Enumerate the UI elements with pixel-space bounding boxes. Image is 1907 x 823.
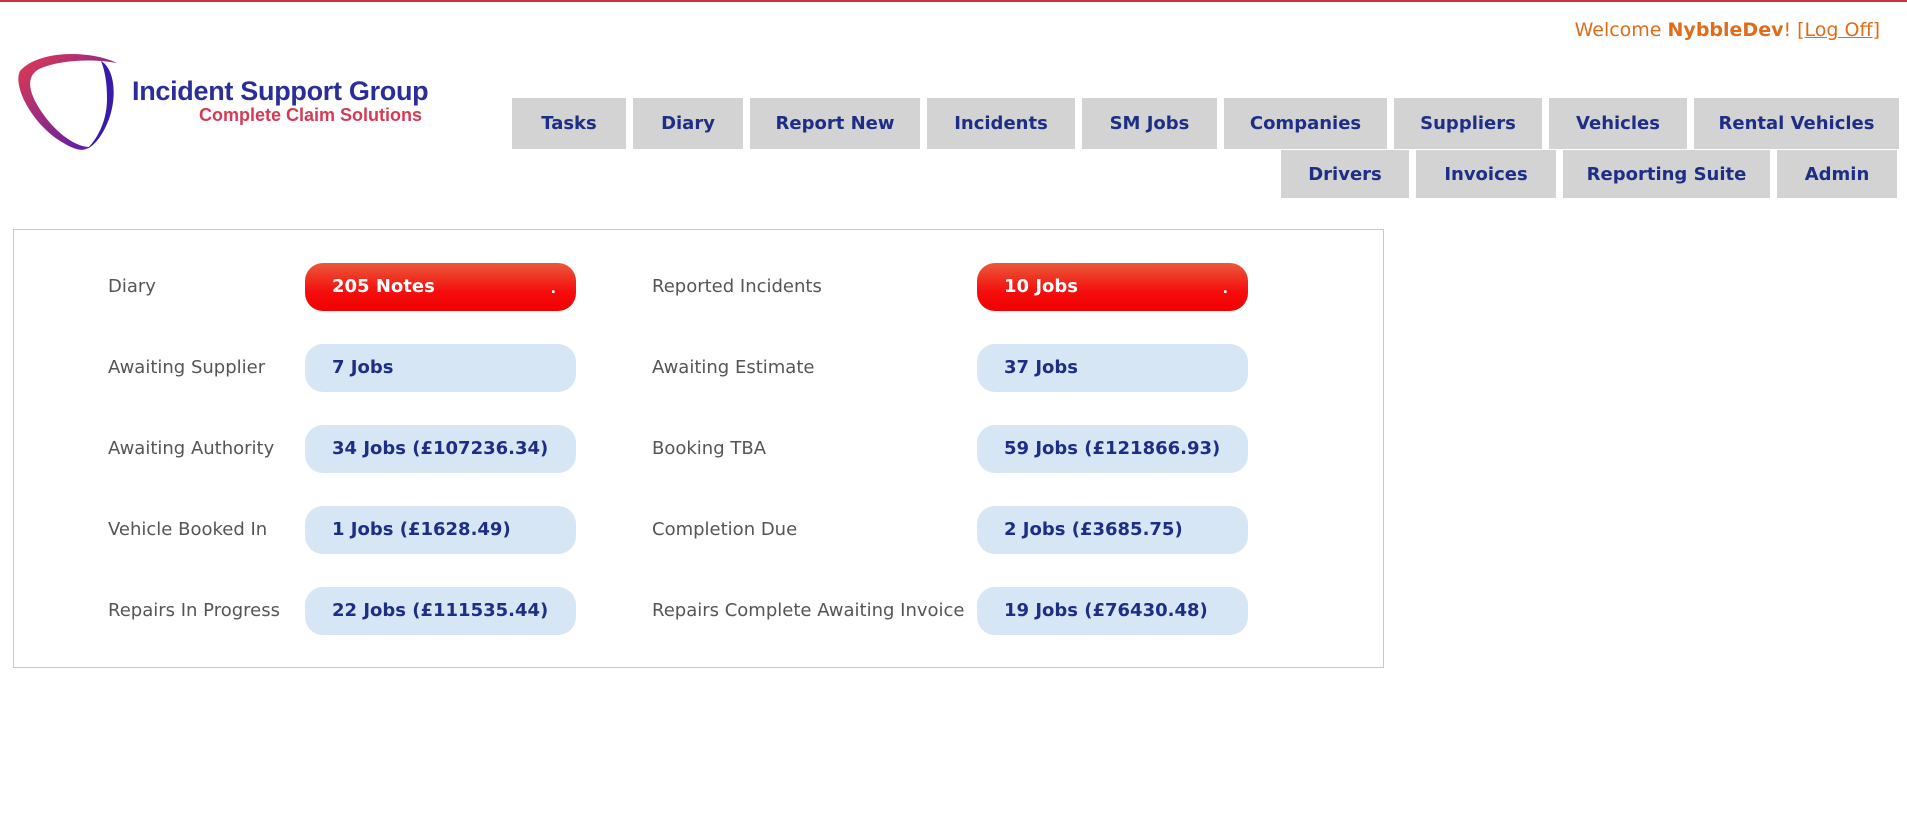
nav-invoices[interactable]: Invoices xyxy=(1416,150,1556,198)
logo-subtitle: Complete Claim Solutions xyxy=(199,105,423,125)
dashboard-row: Diary 205 Notes Reported Incidents 10 Jo… xyxy=(14,263,1383,313)
awaiting-supplier-button[interactable]: 7 Jobs xyxy=(305,344,576,392)
nav-drivers[interactable]: Drivers xyxy=(1281,150,1409,198)
awaiting-authority-label: Awaiting Authority xyxy=(108,438,275,459)
dashboard-row: Repairs In Progress 22 Jobs (£111535.44)… xyxy=(14,587,1383,635)
logo-title: Incident Support Group xyxy=(132,76,429,106)
main-nav-row-1: Tasks Diary Report New Incidents SM Jobs… xyxy=(512,98,1899,149)
booking-tba-button[interactable]: 59 Jobs (£121866.93) xyxy=(977,425,1248,473)
nav-tasks[interactable]: Tasks xyxy=(512,98,626,149)
completion-due-label: Completion Due xyxy=(652,519,798,540)
dashboard-row: Awaiting Authority 34 Jobs (£107236.34) … xyxy=(14,425,1383,473)
welcome-suffix: ! [ xyxy=(1783,19,1805,41)
awaiting-estimate-label: Awaiting Estimate xyxy=(652,357,815,378)
awaiting-supplier-label: Awaiting Supplier xyxy=(108,357,266,378)
nav-vehicles[interactable]: Vehicles xyxy=(1549,98,1687,149)
awaiting-authority-button[interactable]: 34 Jobs (£107236.34) xyxy=(305,425,576,473)
nav-suppliers[interactable]: Suppliers xyxy=(1394,98,1542,149)
reported-incidents-label: Reported Incidents xyxy=(652,276,822,297)
logo-swoosh-icon xyxy=(18,53,117,150)
nav-rental-vehicles[interactable]: Rental Vehicles xyxy=(1694,98,1899,149)
main-nav-row-2: Drivers Invoices Reporting Suite Admin xyxy=(1281,150,1897,198)
vehicle-booked-in-button[interactable]: 1 Jobs (£1628.49) xyxy=(305,506,576,554)
username: NybbleDev xyxy=(1667,19,1784,41)
repairs-complete-label: Repairs Complete Awaiting Invoice xyxy=(652,600,965,621)
welcome-message: Welcome NybbleDev! [Log Off] xyxy=(1575,19,1880,41)
dashboard-row: Awaiting Supplier 7 Jobs Awaiting Estima… xyxy=(14,344,1383,392)
awaiting-estimate-button[interactable]: 37 Jobs xyxy=(977,344,1248,392)
nav-reporting-suite[interactable]: Reporting Suite xyxy=(1563,150,1770,198)
logoff-link[interactable]: Log Off xyxy=(1805,19,1873,41)
nav-sm-jobs[interactable]: SM Jobs xyxy=(1082,98,1217,149)
nav-diary[interactable]: Diary xyxy=(633,98,743,149)
nav-admin[interactable]: Admin xyxy=(1777,150,1897,198)
diary-label: Diary xyxy=(108,276,156,297)
welcome-prefix: Welcome xyxy=(1574,19,1668,41)
company-logo[interactable]: Incident Support Group Complete Claim So… xyxy=(17,49,429,154)
repairs-in-progress-label: Repairs In Progress xyxy=(108,600,280,621)
nav-incidents[interactable]: Incidents xyxy=(927,98,1075,149)
completion-due-button[interactable]: 2 Jobs (£3685.75) xyxy=(977,506,1248,554)
reported-incidents-button[interactable]: 10 Jobs xyxy=(977,263,1248,313)
vehicle-booked-in-label: Vehicle Booked In xyxy=(108,519,268,540)
repairs-complete-button[interactable]: 19 Jobs (£76430.48) xyxy=(977,587,1248,635)
logoff-bracket: ] xyxy=(1872,19,1880,41)
nav-companies[interactable]: Companies xyxy=(1224,98,1387,149)
booking-tba-label: Booking TBA xyxy=(652,438,767,459)
repairs-in-progress-button[interactable]: 22 Jobs (£111535.44) xyxy=(305,587,576,635)
diary-notes-button[interactable]: 205 Notes xyxy=(305,263,576,313)
nav-report-new[interactable]: Report New xyxy=(750,98,920,149)
dashboard-row: Vehicle Booked In 1 Jobs (£1628.49) Comp… xyxy=(14,506,1383,554)
dashboard-panel: Diary 205 Notes Reported Incidents 10 Jo… xyxy=(13,229,1384,668)
